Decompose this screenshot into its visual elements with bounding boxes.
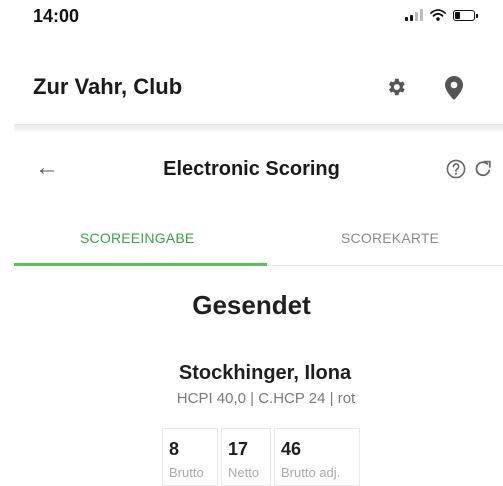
score-label: Brutto adj.: [281, 465, 341, 480]
score-summary: 8 Brutto 17 Netto 46 Brutto adj.: [162, 428, 360, 486]
score-value: 46: [281, 439, 302, 459]
status-time: 14:00: [33, 6, 80, 26]
tab-bar: SCOREEINGABE SCOREKARTE: [14, 210, 503, 266]
player-handicap-info: HCPI 40,0 | C.HCP 24 | rot: [176, 390, 356, 407]
status-bar: 14:00: [0, 0, 503, 44]
status-icons: [405, 9, 478, 21]
nav-row: ← Electronic Scoring: [0, 146, 503, 190]
app-bar: Zur Vahr, Club: [0, 62, 503, 116]
club-title: Zur Vahr, Club: [33, 74, 183, 99]
submission-status: Gesendet: [192, 290, 311, 320]
help-icon[interactable]: [446, 159, 466, 179]
location-pin-icon[interactable]: [445, 76, 463, 100]
score-box-brutto-adj: 46 Brutto adj.: [274, 428, 360, 486]
score-value: 8: [169, 439, 180, 459]
score-label: Brutto: [169, 465, 204, 480]
score-box-netto: 17 Netto: [221, 428, 271, 486]
page-title: Electronic Scoring: [163, 158, 340, 180]
score-value: 17: [228, 439, 249, 459]
tab-scorekarte[interactable]: SCOREKARTE: [341, 230, 439, 246]
signal-icon: [405, 9, 423, 21]
tab-scoreeingabe[interactable]: SCOREEINGABE: [80, 230, 194, 246]
score-label: Netto: [228, 465, 260, 480]
battery-icon: [453, 9, 478, 21]
player-name: Stockhinger, Ilona: [178, 362, 352, 384]
gear-icon[interactable]: [385, 76, 407, 98]
active-tab-indicator: [14, 263, 267, 266]
wifi-icon: [430, 9, 446, 21]
refresh-icon[interactable]: [473, 159, 493, 179]
header-divider: [14, 124, 503, 132]
score-box-brutto: 8 Brutto: [162, 428, 218, 486]
